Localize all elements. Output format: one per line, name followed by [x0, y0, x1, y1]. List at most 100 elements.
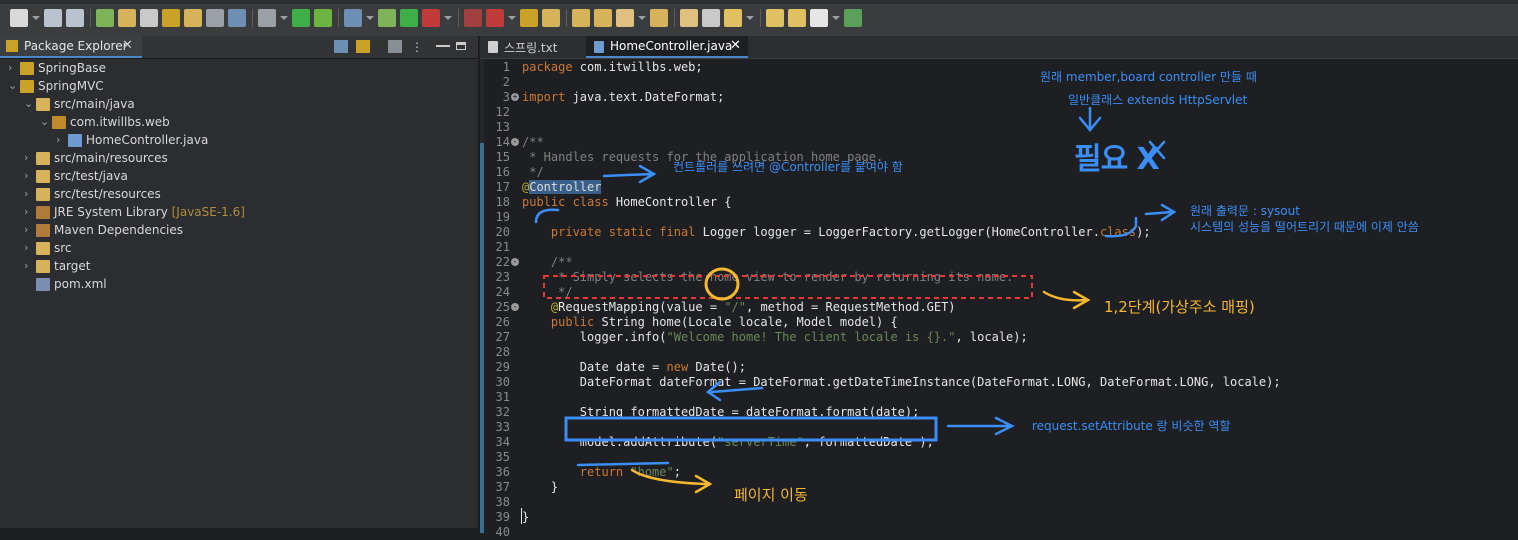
- code-line[interactable]: 16 */: [480, 165, 1510, 180]
- tree-item[interactable]: › SpringBase: [0, 60, 478, 78]
- dropdown-arrow-icon[interactable]: [366, 16, 374, 20]
- code-line[interactable]: 3 + import java.text.DateFormat;: [480, 90, 1510, 105]
- code-line[interactable]: 12: [480, 105, 1510, 120]
- folder-icon[interactable]: [650, 9, 668, 27]
- team-icon[interactable]: [140, 9, 158, 27]
- chevron-right-icon[interactable]: ›: [8, 61, 18, 74]
- run-config-icon[interactable]: [422, 9, 440, 27]
- stop-icon[interactable]: [464, 9, 482, 27]
- open-project-icon[interactable]: [594, 9, 612, 27]
- tab-homecontroller-java[interactable]: HomeController.java ✕: [586, 36, 748, 58]
- code-line[interactable]: 39}: [480, 510, 1510, 525]
- expand-fold-icon[interactable]: +: [511, 93, 519, 101]
- code-line[interactable]: 2: [480, 75, 1510, 90]
- link-with-editor-icon[interactable]: [356, 40, 370, 53]
- code-line[interactable]: 1 package com.itwillbs.web;: [480, 60, 1510, 75]
- view-menu-icon[interactable]: ⋮: [410, 40, 424, 54]
- tree-item[interactable]: › Maven Dependencies: [0, 222, 478, 240]
- save-all-icon[interactable]: [66, 9, 84, 27]
- code-line[interactable]: 13: [480, 120, 1510, 135]
- tree-item[interactable]: pom.xml: [0, 276, 478, 294]
- code-line[interactable]: 34 model.addAttribute("serverTime", form…: [480, 435, 1510, 450]
- chevron-right-icon[interactable]: ›: [24, 223, 34, 236]
- filters-icon[interactable]: [388, 40, 402, 53]
- code-line[interactable]: 25- @RequestMapping(value = "/", method …: [480, 300, 1510, 315]
- back-icon[interactable]: [788, 9, 806, 27]
- tree-item[interactable]: › HomeController.java: [0, 132, 478, 150]
- tree-item[interactable]: › JRE System Library [JavaSE-1.6]: [0, 204, 478, 222]
- run-icon[interactable]: [400, 9, 418, 27]
- external-tools-icon[interactable]: [486, 9, 504, 27]
- code-line[interactable]: 38: [480, 495, 1510, 510]
- close-icon[interactable]: ✕: [730, 38, 741, 53]
- console-icon[interactable]: [228, 9, 246, 27]
- tree-item[interactable]: › src/test/resources: [0, 186, 478, 204]
- tree-item[interactable]: › src/main/resources: [0, 150, 478, 168]
- dropdown-arrow-icon[interactable]: [32, 16, 40, 20]
- open-folder-icon[interactable]: [572, 9, 590, 27]
- code-line[interactable]: 18 public class HomeController {: [480, 195, 1510, 210]
- tree-item[interactable]: ⌄ SpringMVC: [0, 78, 478, 96]
- globe-icon[interactable]: [344, 9, 362, 27]
- tree-item[interactable]: › src: [0, 240, 478, 258]
- spring-leaf-icon[interactable]: [314, 9, 332, 27]
- tab-spring-txt[interactable]: 스프링.txt: [480, 36, 584, 58]
- forward-icon[interactable]: [810, 9, 828, 27]
- new-icon[interactable]: [10, 9, 28, 27]
- code-line[interactable]: 30 DateFormat dateFormat = DateFormat.ge…: [480, 375, 1510, 390]
- code-line[interactable]: 28: [480, 345, 1510, 360]
- tree-item[interactable]: › src/test/java: [0, 168, 478, 186]
- collapse-fold-icon[interactable]: -: [511, 258, 519, 266]
- code-line[interactable]: 37 }: [480, 480, 1510, 495]
- code-line[interactable]: 36 return "home";: [480, 465, 1510, 480]
- dropdown-arrow-icon[interactable]: [638, 16, 646, 20]
- chevron-right-icon[interactable]: ›: [24, 151, 34, 164]
- code-line[interactable]: 31: [480, 390, 1510, 405]
- code-line[interactable]: 29 Date date = new Date();: [480, 360, 1510, 375]
- code-line[interactable]: 21: [480, 240, 1510, 255]
- dropdown-arrow-icon[interactable]: [832, 16, 840, 20]
- code-line[interactable]: 26 public String home(Locale locale, Mod…: [480, 315, 1510, 330]
- chevron-right-icon[interactable]: ›: [56, 133, 66, 146]
- maximize-icon[interactable]: [456, 42, 466, 50]
- chevron-right-icon[interactable]: ›: [24, 259, 34, 272]
- chevron-down-icon[interactable]: ⌄: [40, 115, 50, 128]
- code-line[interactable]: 27 logger.info("Welcome home! The client…: [480, 330, 1510, 345]
- tree-item[interactable]: › target: [0, 258, 478, 276]
- collapse-all-icon[interactable]: [334, 40, 348, 53]
- chevron-right-icon[interactable]: ›: [24, 241, 34, 254]
- code-line[interactable]: 22- /**: [480, 255, 1510, 270]
- code-line[interactable]: 40: [480, 525, 1510, 540]
- spring-icon[interactable]: [96, 9, 114, 27]
- chevron-right-icon[interactable]: ›: [24, 187, 34, 200]
- collapse-fold-icon[interactable]: -: [511, 303, 519, 311]
- search-icon[interactable]: [258, 9, 276, 27]
- pen-icon[interactable]: [118, 9, 136, 27]
- code-line[interactable]: 33: [480, 420, 1510, 435]
- dropdown-arrow-icon[interactable]: [746, 16, 754, 20]
- prev-edit-icon[interactable]: [724, 9, 742, 27]
- open-type-icon[interactable]: [162, 9, 180, 27]
- code-line[interactable]: 23 * Simply selects the home view to ren…: [480, 270, 1510, 285]
- open-task-icon[interactable]: [184, 9, 202, 27]
- chevron-right-icon[interactable]: ›: [24, 205, 34, 218]
- minimize-icon[interactable]: [436, 45, 450, 47]
- download-icon[interactable]: [680, 9, 698, 27]
- chevron-right-icon[interactable]: ›: [24, 169, 34, 182]
- save-icon[interactable]: [44, 9, 62, 27]
- code-line[interactable]: 32 String formattedDate = dateFormat.for…: [480, 405, 1510, 420]
- new-class-icon[interactable]: [542, 9, 560, 27]
- chevron-down-icon[interactable]: ⌄: [24, 97, 34, 110]
- code-line[interactable]: 24 */: [480, 285, 1510, 300]
- perspective-icon[interactable]: [844, 9, 862, 27]
- power-icon[interactable]: [292, 9, 310, 27]
- dropdown-arrow-icon[interactable]: [280, 16, 288, 20]
- code-line[interactable]: 17 @Controller: [480, 180, 1510, 195]
- collapse-fold-icon[interactable]: -: [511, 138, 519, 146]
- brush-icon[interactable]: [616, 9, 634, 27]
- tab-package-explorer[interactable]: Package Explorer ✕: [0, 36, 142, 58]
- tree-item[interactable]: ⌄ com.itwillbs.web: [0, 114, 478, 132]
- code-line[interactable]: 14-/**: [480, 135, 1510, 150]
- new-package-icon[interactable]: [520, 9, 538, 27]
- close-icon[interactable]: ✕: [122, 38, 133, 53]
